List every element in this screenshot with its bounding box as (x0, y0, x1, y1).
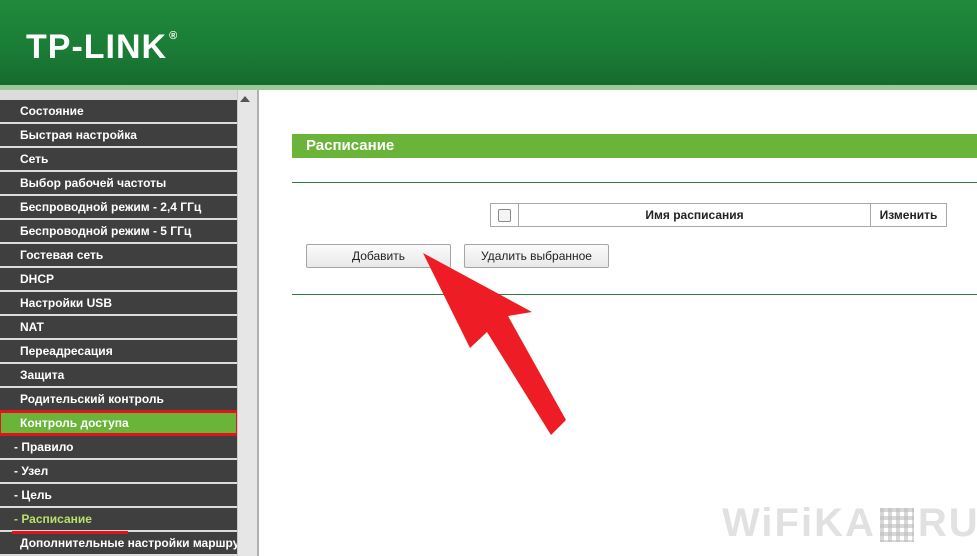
sidebar-item-5[interactable]: Беспроводной режим - 5 ГГц (0, 220, 237, 242)
table-header-row: Имя расписания Изменить (490, 203, 947, 227)
sidebar-item-0[interactable]: Состояние (0, 100, 237, 122)
sidebar-item-1[interactable]: Быстрая настройка (0, 124, 237, 146)
schedule-name-header: Имя расписания (518, 203, 871, 227)
tp-link-logo: TP-LINK ® (26, 28, 178, 67)
watermark: WiFiKA RU (722, 501, 977, 546)
sidebar-item-10[interactable]: Переадресация (0, 340, 237, 362)
sidebar-item-16[interactable]: - Цель (0, 484, 237, 506)
sidebar-item-9[interactable]: NAT (0, 316, 237, 338)
sidebar-item-4[interactable]: Беспроводной режим - 2,4 ГГц (0, 196, 237, 218)
sidebar-item-14[interactable]: - Правило (0, 436, 237, 458)
header-banner: TP-LINK ® (0, 0, 977, 85)
delete-selected-button[interactable]: Удалить выбранное (464, 244, 609, 268)
sidebar-item-17[interactable]: - Расписание (0, 508, 237, 530)
sidebar-item-6[interactable]: Гостевая сеть (0, 244, 237, 266)
scroll-up-arrow-icon[interactable] (240, 96, 250, 102)
watermark-right: RU (917, 501, 977, 545)
logo-text: TP-LINK (26, 28, 168, 66)
sidebar-item-12[interactable]: Родительский контроль (0, 388, 237, 410)
sidebar-item-8[interactable]: Настройки USB (0, 292, 237, 314)
current-item-underline (12, 531, 128, 534)
select-all-cell[interactable] (490, 203, 519, 227)
sidebar-item-11[interactable]: Защита (0, 364, 237, 386)
sidebar-item-13[interactable]: Контроль доступа (0, 410, 239, 436)
section-title: Расписание (292, 134, 977, 158)
main-content: Расписание Имя расписания Изменить Добав… (259, 90, 977, 556)
sidebar-item-15[interactable]: - Узел (0, 460, 237, 482)
edit-header: Изменить (870, 203, 947, 227)
sidebar-menu: Состояние Быстрая настройка Сеть Выбор рабо… (0, 90, 240, 556)
registered-mark: ® (169, 30, 179, 42)
select-all-checkbox[interactable] (498, 209, 511, 223)
sidebar-item-18[interactable]: Дополнительные настройки маршрутизации (0, 532, 237, 554)
top-rule (292, 182, 977, 183)
sidebar-item-2[interactable]: Сеть (0, 148, 237, 170)
sidebar-item-7[interactable]: DHCP (0, 268, 237, 290)
watermark-left: WiFiKA (722, 501, 876, 545)
schedule-table: Имя расписания Изменить (490, 203, 947, 227)
menu-list: Состояние Быстрая настройка Сеть Выбор рабо… (0, 100, 239, 556)
qr-icon (879, 508, 914, 543)
sidebar-scrollbar[interactable] (237, 90, 258, 556)
bottom-rule (292, 294, 977, 295)
sidebar-item-3[interactable]: Выбор рабочей частоты (0, 172, 237, 194)
add-button[interactable]: Добавить (306, 244, 451, 268)
